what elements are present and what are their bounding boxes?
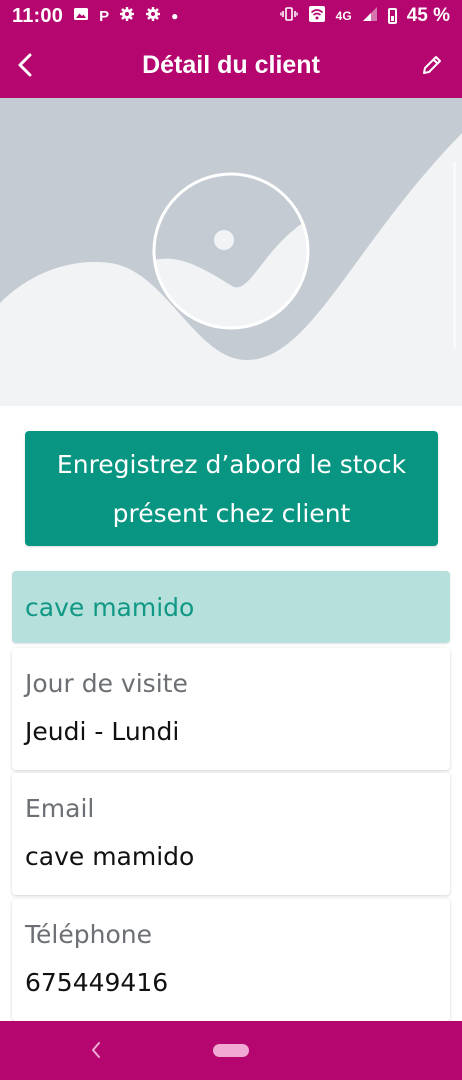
field-value: Jeudi - Lundi	[25, 717, 180, 746]
visit-day-card: Jour de visite Jeudi - Lundi	[12, 648, 450, 770]
status-bar-left: 11:00 P ●	[12, 5, 178, 28]
client-name: cave mamido	[25, 592, 195, 622]
wifi-icon	[308, 5, 326, 28]
client-name-header: cave mamido	[12, 571, 450, 643]
email-card: Email cave mamido	[12, 773, 450, 895]
vibrate-icon	[279, 6, 298, 27]
status-bar: 11:00 P ● 4G 45 %	[0, 0, 462, 32]
parking-icon: P	[99, 7, 110, 25]
chevron-left-icon	[18, 53, 32, 77]
gear-icon	[145, 6, 161, 27]
chevron-left-icon	[92, 1042, 100, 1058]
network-type: 4G	[335, 9, 352, 23]
nav-back-button[interactable]	[82, 1035, 110, 1065]
pencil-icon	[423, 56, 441, 74]
client-photo-placeholder	[0, 98, 462, 406]
field-value: 675449416	[25, 968, 169, 997]
app-bar: Détail du client	[0, 32, 462, 98]
register-stock-button[interactable]: Enregistrez d’abord le stock présent che…	[25, 431, 438, 546]
field-label: Jour de visite	[25, 669, 188, 698]
status-time: 11:00	[12, 4, 64, 27]
phone-card: Téléphone 675449416	[12, 899, 450, 1021]
battery-level: 45 %	[406, 5, 450, 26]
signal-icon	[362, 6, 378, 27]
notification-dot-icon: ●	[171, 9, 179, 23]
nav-home-pill[interactable]	[213, 1044, 249, 1057]
battery-icon	[387, 8, 397, 24]
scrollbar[interactable]	[453, 162, 456, 348]
status-bar-right: 4G 45 %	[279, 5, 450, 28]
field-label: Email	[25, 794, 95, 823]
field-label: Téléphone	[25, 920, 152, 949]
gear-icon	[119, 6, 135, 27]
back-button[interactable]	[6, 45, 46, 85]
image-icon	[73, 6, 89, 27]
system-navigation-bar	[0, 1021, 462, 1080]
field-value: cave mamido	[25, 842, 195, 871]
edit-button[interactable]	[412, 45, 452, 85]
page-title: Détail du client	[142, 50, 320, 79]
